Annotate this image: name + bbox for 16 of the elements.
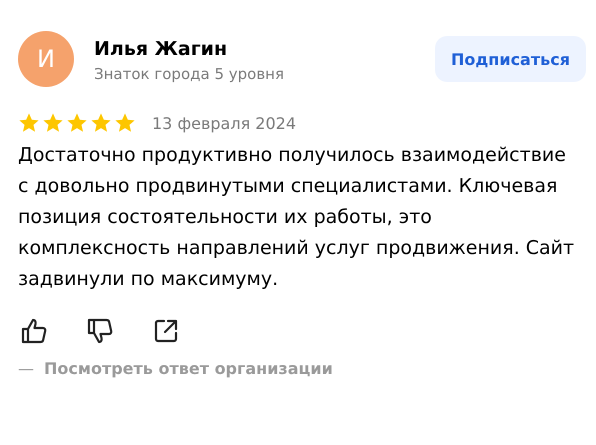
star-icon: [114, 112, 136, 134]
star-icon: [66, 112, 88, 134]
review-date: 13 февраля 2024: [152, 114, 296, 132]
star-icon: [42, 112, 64, 134]
thumbs-up-icon[interactable]: [20, 317, 48, 345]
star-icon: [90, 112, 112, 134]
review-text: Достаточно продуктивно получилось взаимодействие с довольно продвинутыми специалистами. Ключевая позиция состоятельности их работы, это комплексность направлений услуг продвижения. Сайт задвинули по максимуму.: [18, 143, 576, 292]
avatar: И: [18, 31, 74, 87]
dash: —: [18, 359, 34, 378]
author-level: Знаток города 5 уровня: [94, 64, 286, 82]
view-reply-link[interactable]: Посмотреть ответ организации: [44, 359, 333, 378]
star-icon: [18, 112, 40, 134]
thumbs-down-icon[interactable]: [86, 317, 114, 345]
author-name: Илья Жагин: [94, 36, 228, 62]
subscribe-button[interactable]: Подписаться: [435, 36, 586, 82]
share-icon[interactable]: [152, 317, 180, 345]
